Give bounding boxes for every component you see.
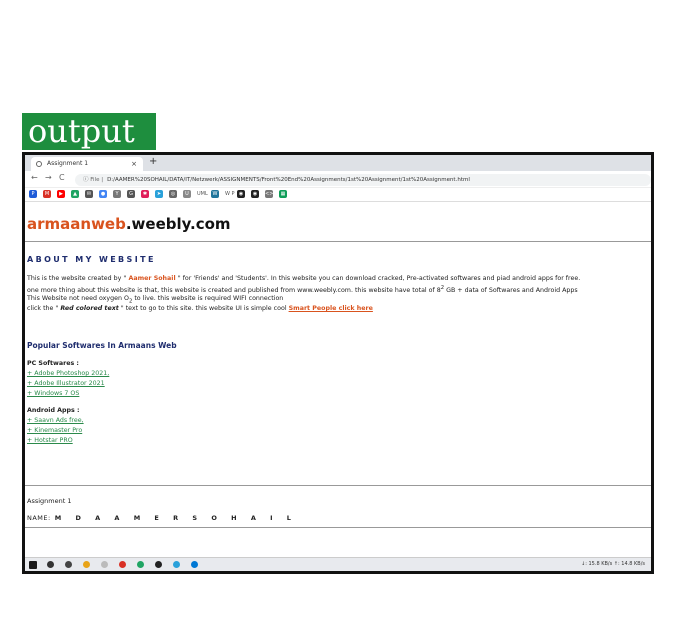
assignment-label: Assignment 1	[27, 497, 72, 505]
search-icon[interactable]	[47, 561, 54, 568]
reload-button[interactable]: C	[59, 173, 65, 182]
about-line-4: click the " Red colored text " text to g…	[27, 305, 373, 312]
bookmarks-bar: P M ▶ ▲ ✉ ● Y G ✱ ➤ ◎ U UML W W P ◉ ◉ <> ▦	[25, 188, 651, 202]
telegram-icon[interactable]	[173, 561, 180, 568]
android-apps-label: Android Apps :	[27, 407, 80, 414]
address-bar[interactable]: ⓘ File | D:/AAMER%20SOHAIL/DATA/IT/Netzwe…	[75, 174, 651, 186]
about-line-3: This Website not need oxygen O2 to live.…	[27, 295, 284, 305]
navigation-bar: ← → C ⓘ File | D:/AAMER%20SOHAIL/DATA/IT/…	[25, 171, 651, 188]
divider	[25, 527, 651, 528]
drive-icon[interactable]: ▲	[71, 190, 79, 198]
mail-icon[interactable]: ✉	[85, 190, 93, 198]
pc-softwares-label: PC Softwares :	[27, 360, 79, 367]
gc-icon[interactable]: G	[127, 190, 135, 198]
wp-icon[interactable]: W	[211, 190, 219, 198]
tab-strip: Assignment 1 × +	[25, 155, 651, 171]
telegram-icon[interactable]: ➤	[155, 190, 163, 198]
divider	[25, 485, 651, 486]
task-view-icon[interactable]	[65, 561, 72, 568]
close-icon[interactable]: ×	[131, 157, 137, 171]
about-line-2: one more thing about this website is tha…	[27, 285, 578, 295]
site-info-icon[interactable]: ⓘ File |	[83, 177, 103, 183]
tab-title: Assignment 1	[47, 160, 89, 167]
software-link[interactable]: + Adobe Illustrator 2021	[27, 380, 105, 387]
app-link[interactable]: + Saavn Ads free,	[27, 417, 84, 424]
globe-icon[interactable]: ◎	[169, 190, 177, 198]
windows-start-icon[interactable]	[29, 561, 37, 569]
site-domain: .weebly.com	[125, 215, 231, 233]
youtube-icon[interactable]: ▶	[57, 190, 65, 198]
globe-icon	[36, 161, 42, 167]
forward-button[interactable]: →	[45, 173, 52, 182]
chrome-icon[interactable]	[137, 561, 144, 568]
sheets-icon[interactable]: ▦	[279, 190, 287, 198]
url-text: D:/AAMER%20SOHAIL/DATA/IT/Netzwerk/ASSIG…	[107, 177, 470, 183]
github-alt-icon[interactable]: ◉	[251, 190, 259, 198]
browser-window: Assignment 1 × + ← → C ⓘ File | D:/AAMER%…	[22, 152, 654, 574]
app-link[interactable]: + Hotstar PRO	[27, 437, 73, 444]
app-icon[interactable]	[119, 561, 126, 568]
y-icon[interactable]: Y	[113, 190, 121, 198]
output-label: output	[22, 113, 156, 150]
divider	[25, 241, 651, 242]
about-line-1: This is the website created by " Aamer S…	[27, 275, 581, 282]
app-icon[interactable]	[155, 561, 162, 568]
github-icon[interactable]: ◉	[237, 190, 245, 198]
settings-icon[interactable]	[101, 561, 108, 568]
bookmark-label: UML	[197, 191, 208, 197]
p-icon[interactable]: P	[29, 190, 37, 198]
smart-people-link[interactable]: Smart People click here	[289, 305, 373, 312]
about-heading: ABOUT MY WEBSITE	[27, 255, 156, 264]
new-tab-button[interactable]: +	[149, 156, 157, 167]
site-brand: armaanweb	[27, 215, 126, 233]
name-value: M D A A M E R S O H A I L	[54, 514, 297, 522]
file-explorer-icon[interactable]	[83, 561, 90, 568]
uml-icon[interactable]: U	[183, 190, 191, 198]
app-link[interactable]: + Kinemaster Pro	[27, 427, 82, 434]
software-link[interactable]: + Windows 7 OS	[27, 390, 79, 397]
vscode-icon[interactable]	[191, 561, 198, 568]
chrome-icon[interactable]: ●	[99, 190, 107, 198]
site-title: armaanweb.weebly.com	[27, 215, 231, 233]
name-line: NAME: M D A A M E R S O H A I L	[27, 514, 297, 522]
back-button[interactable]: ←	[31, 173, 38, 182]
web-page: armaanweb.weebly.com ABOUT MY WEBSITE Th…	[25, 203, 651, 554]
taskbar: ↓: 15.8 KB/s ↑: 14.8 KB/s	[25, 557, 651, 571]
slack-icon[interactable]: ✱	[141, 190, 149, 198]
bookmark-label: W P	[225, 191, 235, 197]
tab-assignment[interactable]: Assignment 1 ×	[31, 157, 143, 171]
network-speed: ↓: 15.8 KB/s ↑: 14.8 KB/s	[581, 561, 645, 567]
code-icon[interactable]: <>	[265, 190, 273, 198]
software-link[interactable]: + Adobe Photoshop 2021,	[27, 370, 109, 377]
popular-heading: Popular Softwares In Armaans Web	[27, 341, 177, 350]
gmail-icon[interactable]: M	[43, 190, 51, 198]
